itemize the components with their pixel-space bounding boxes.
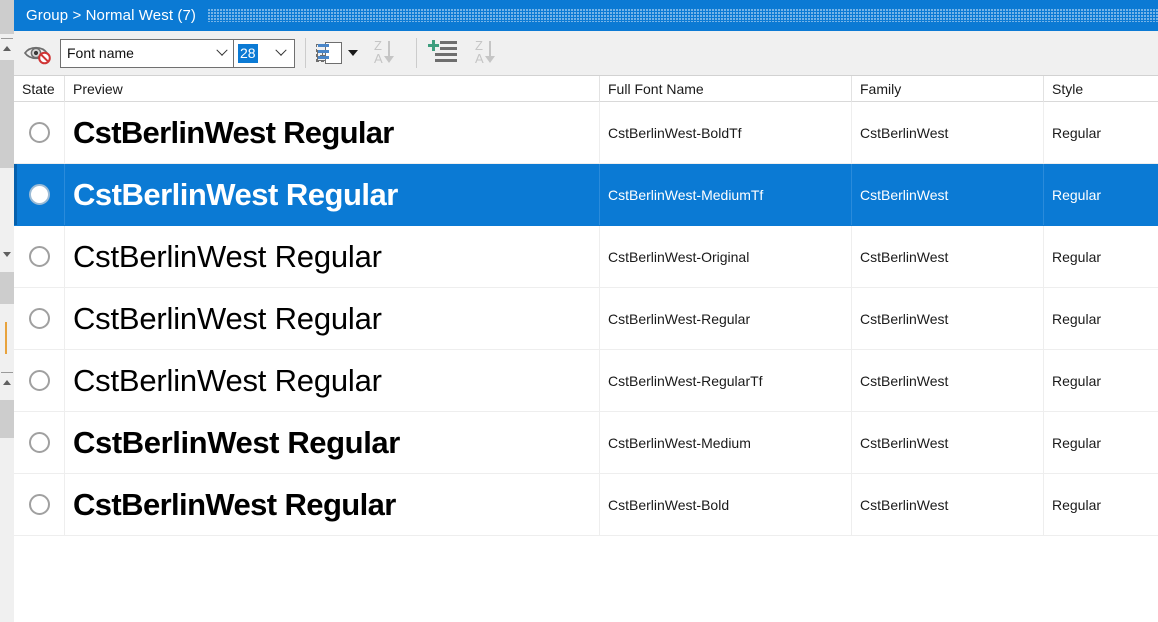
- font-preview-text: CstBerlinWest Regular: [73, 425, 400, 460]
- sort-za-letter-bottom: A: [374, 51, 383, 66]
- cell-state[interactable]: [14, 350, 65, 411]
- cell-family: CstBerlinWest: [852, 474, 1044, 535]
- cell-family: CstBerlinWest: [852, 102, 1044, 163]
- cell-family: CstBerlinWest: [852, 164, 1044, 225]
- font-name-value: Font name: [67, 45, 134, 61]
- sort-za-icon: Z A: [373, 39, 403, 66]
- table-row[interactable]: CstBerlinWest Regular CstBerlinWest-Mediu…: [14, 412, 1158, 474]
- add-indent-icon: [428, 40, 458, 66]
- radio-unchecked-icon[interactable]: [28, 370, 50, 391]
- cell-state[interactable]: [14, 288, 65, 349]
- radio-unchecked-icon[interactable]: [28, 122, 50, 143]
- grid-header-row: State Preview Full Font Name Family Styl…: [14, 76, 1158, 102]
- grid-body: CstBerlinWest Regular CstBerlinWest-BoldT…: [14, 102, 1158, 536]
- cell-state[interactable]: [14, 102, 65, 163]
- cell-full-font-name: CstBerlinWest-BoldTf: [600, 102, 852, 163]
- font-size-combo[interactable]: 28: [234, 38, 295, 68]
- row-selection-indicator: [14, 164, 17, 225]
- cell-style: Regular: [1052, 496, 1102, 513]
- cell-family: CstBerlinWest: [852, 288, 1044, 349]
- cell-state[interactable]: [14, 226, 65, 287]
- radio-checked-icon[interactable]: [28, 184, 50, 205]
- chevron-down-icon-size[interactable]: [271, 40, 291, 67]
- add-indent-button[interactable]: [425, 35, 461, 71]
- cell-style: Regular: [1052, 372, 1102, 389]
- cell-style: Regular: [1052, 310, 1102, 327]
- preview-visibility-toggle[interactable]: [20, 35, 56, 71]
- cell-full-font-name: CstBerlinWest-MediumTf: [600, 164, 852, 225]
- cell-style: Regular: [1052, 186, 1102, 203]
- toolbar-separator-1: [305, 38, 306, 68]
- eye-disabled-icon: [23, 41, 53, 65]
- toolbar-separator-2: [416, 38, 417, 68]
- column-header-family[interactable]: Family: [852, 76, 1044, 102]
- cell-family: CstBerlinWest: [852, 412, 1044, 473]
- cell-preview: CstBerlinWest Regular: [65, 350, 600, 411]
- font-preview-text: CstBerlinWest Regular: [73, 487, 396, 522]
- scroll-up-arrow-icon-2[interactable]: [3, 380, 11, 385]
- cell-family: CstBerlinWest: [852, 226, 1044, 287]
- radio-unchecked-icon[interactable]: [28, 246, 50, 267]
- sort-za-letter-bottom-2: A: [475, 51, 484, 66]
- table-row[interactable]: CstBerlinWest Regular CstBerlinWest-Regul…: [14, 350, 1158, 412]
- breadcrumb: Group > Normal West (7): [26, 7, 196, 24]
- radio-unchecked-icon[interactable]: [28, 432, 50, 453]
- cell-state[interactable]: [14, 164, 65, 225]
- text-caret-marker: [5, 322, 7, 354]
- table-row[interactable]: CstBerlinWest Regular CstBerlinWest-BoldT…: [14, 102, 1158, 164]
- column-header-state[interactable]: State: [14, 76, 65, 102]
- chevron-down-icon[interactable]: [211, 40, 233, 67]
- column-header-full-font-name[interactable]: Full Font Name: [600, 76, 852, 102]
- font-manager-window: Group > Normal West (7) Font name 28 Z A…: [0, 0, 1158, 622]
- sort-group-descending-button[interactable]: Z A: [370, 35, 406, 71]
- cell-style: Regular: [1052, 248, 1102, 265]
- cell-state[interactable]: [14, 474, 65, 535]
- cell-style: Regular: [1052, 434, 1102, 451]
- font-preview-text: CstBerlinWest Regular: [73, 115, 394, 150]
- radio-unchecked-icon[interactable]: [28, 308, 50, 329]
- cell-full-font-name: CstBerlinWest-Regular: [600, 288, 852, 349]
- table-row[interactable]: CstBerlinWest Regular CstBerlinWest-Mediu…: [14, 164, 1158, 226]
- cell-full-font-name: CstBerlinWest-RegularTf: [600, 350, 852, 411]
- cell-full-font-name: CstBerlinWest-Bold: [600, 474, 852, 535]
- column-header-style[interactable]: Style: [1044, 76, 1158, 102]
- font-size-value[interactable]: 28: [238, 43, 258, 63]
- table-row[interactable]: CstBerlinWest Regular CstBerlinWest-Regul…: [14, 288, 1158, 350]
- scroll-down-arrow-icon[interactable]: [3, 252, 11, 257]
- cell-state[interactable]: [14, 412, 65, 473]
- column-header-preview[interactable]: Preview: [65, 76, 600, 102]
- cell-style: Regular: [1052, 124, 1102, 141]
- cell-preview: CstBerlinWest Regular: [65, 164, 600, 225]
- cell-preview: CstBerlinWest Regular: [65, 226, 600, 287]
- radio-unchecked-icon[interactable]: [28, 494, 50, 515]
- font-preview-text: CstBerlinWest Regular: [73, 301, 382, 336]
- font-name-combo[interactable]: Font name: [60, 38, 234, 68]
- sort-za-icon-2: Z A: [474, 39, 504, 66]
- drag-handle-dots[interactable]: [208, 9, 1158, 22]
- add-group-icon: [316, 41, 342, 65]
- cell-preview: CstBerlinWest Regular: [65, 412, 600, 473]
- group-breadcrumb-bar: Group > Normal West (7): [14, 0, 1158, 31]
- cell-preview: CstBerlinWest Regular: [65, 288, 600, 349]
- scroll-up-arrow-icon[interactable]: [3, 46, 11, 51]
- cell-preview: CstBerlinWest Regular: [65, 102, 600, 163]
- font-preview-text: CstBerlinWest Regular: [73, 363, 382, 398]
- sort-descending-button[interactable]: Z A: [471, 35, 507, 71]
- add-group-button[interactable]: [314, 35, 360, 71]
- table-row[interactable]: CstBerlinWest Regular CstBerlinWest-Origi…: [14, 226, 1158, 288]
- font-preview-text: CstBerlinWest Regular: [73, 239, 382, 274]
- triangle-down-icon[interactable]: [348, 50, 358, 56]
- background-window-scrollbar[interactable]: [0, 0, 14, 622]
- cell-full-font-name: CstBerlinWest-Original: [600, 226, 852, 287]
- cell-family: CstBerlinWest: [852, 350, 1044, 411]
- cell-preview: CstBerlinWest Regular: [65, 474, 600, 535]
- cell-full-font-name: CstBerlinWest-Medium: [600, 412, 852, 473]
- font-preview-text: CstBerlinWest Regular: [73, 177, 398, 212]
- toolbar: Font name 28 Z A Z A: [14, 31, 1158, 76]
- table-row[interactable]: CstBerlinWest Regular CstBerlinWest-Bold C…: [14, 474, 1158, 536]
- font-list-grid: State Preview Full Font Name Family Styl…: [14, 76, 1158, 622]
- grid-empty-area: [14, 536, 1158, 622]
